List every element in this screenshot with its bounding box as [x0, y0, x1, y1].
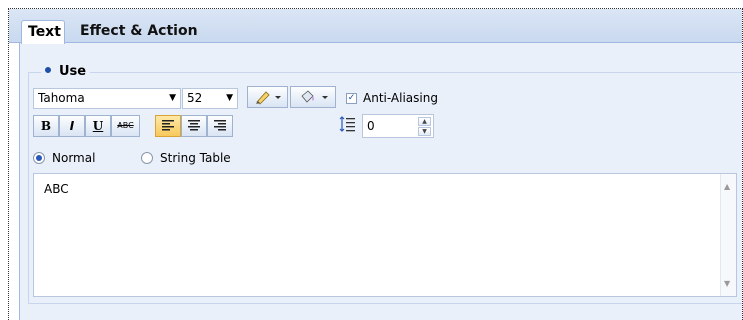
radio-normal-label: Normal — [52, 151, 96, 165]
radio-string-table[interactable] — [141, 152, 153, 164]
text-color-button[interactable] — [247, 86, 288, 108]
align-left-icon — [162, 120, 174, 131]
align-center-button[interactable] — [181, 115, 207, 137]
tab-text[interactable]: Text — [21, 20, 65, 44]
line-spacing-icon — [339, 116, 355, 132]
radio-string-table-label: String Table — [160, 151, 231, 165]
text-content-value: ABC — [44, 182, 69, 196]
align-left-button[interactable] — [155, 115, 181, 137]
vertical-scrollbar[interactable]: ▲ ▼ — [720, 174, 736, 296]
font-size-value: 52 — [187, 91, 203, 105]
spin-down-button[interactable]: ▼ — [418, 127, 431, 136]
line-spacing-value: 0 — [367, 119, 375, 133]
spin-up-button[interactable]: ▲ — [418, 117, 431, 126]
underline-button[interactable]: U — [85, 115, 111, 137]
bold-button[interactable]: B — [33, 115, 59, 137]
paint-bucket-icon — [301, 90, 328, 103]
anti-aliasing-checkbox[interactable]: ✓ — [346, 93, 357, 104]
group-title: Use — [59, 64, 87, 79]
font-size-dropdown[interactable]: 52 ▼ — [182, 88, 238, 109]
pen-color-icon — [256, 91, 281, 105]
strikethrough-button[interactable]: ABC — [111, 115, 140, 137]
use-group-legend: Use — [41, 63, 91, 81]
align-right-icon — [214, 120, 226, 131]
chevron-down-icon: ▼ — [226, 93, 233, 103]
anti-aliasing-label: Anti-Aliasing — [363, 91, 438, 105]
bullet-icon — [45, 66, 51, 73]
font-family-value: Tahoma — [38, 91, 85, 105]
text-content-textarea[interactable]: ABC ▲ ▼ — [33, 173, 737, 297]
scroll-up-icon[interactable]: ▲ — [724, 182, 730, 191]
line-spacing-stepper[interactable]: 0 ▲ ▼ — [362, 114, 434, 138]
tab-effect-action[interactable]: Effect & Action — [74, 20, 206, 44]
scroll-down-icon[interactable]: ▼ — [724, 279, 730, 288]
radio-normal[interactable] — [33, 152, 45, 164]
align-center-icon — [188, 120, 200, 131]
align-right-button[interactable] — [207, 115, 233, 137]
italic-button[interactable]: I — [59, 115, 85, 137]
fill-color-button[interactable] — [290, 86, 336, 108]
font-family-dropdown[interactable]: Tahoma ▼ — [33, 88, 181, 109]
chevron-down-icon: ▼ — [169, 93, 176, 103]
